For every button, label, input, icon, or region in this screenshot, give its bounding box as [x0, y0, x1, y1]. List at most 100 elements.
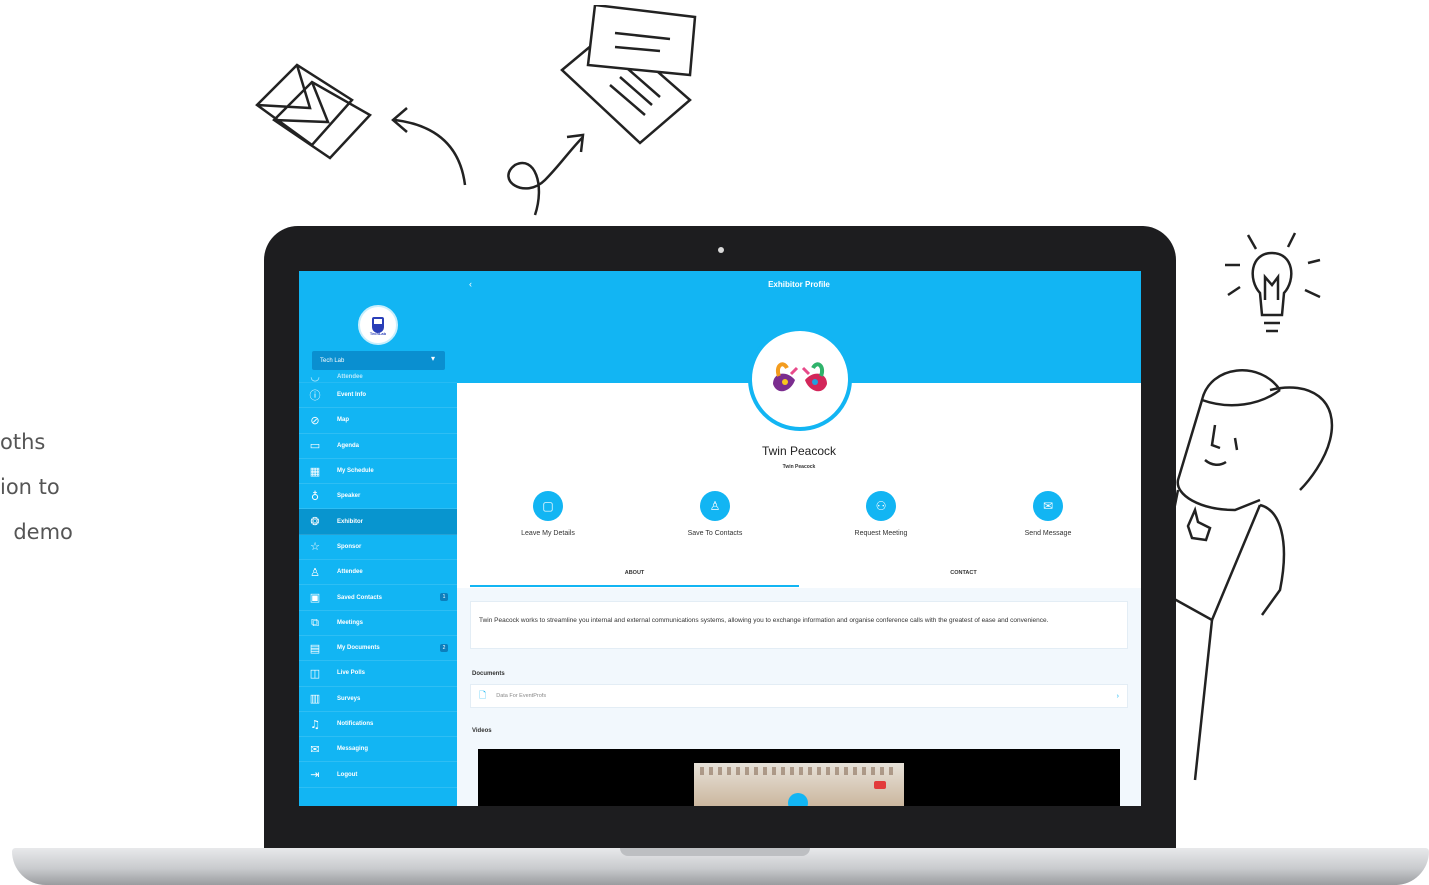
exhibitor-name: Twin Peacock — [761, 444, 837, 458]
thumbnail-badge — [874, 781, 886, 789]
sidebar-item-label: Exhibitor — [337, 518, 364, 525]
sidebar-item-live-polls[interactable]: ◫ Live Polls — [299, 661, 457, 687]
add-user-icon: ♙ — [700, 491, 730, 521]
bell-icon: ♫ — [310, 717, 320, 731]
sidebar-item-logout[interactable]: ⇥ Logout — [299, 762, 457, 788]
tab-about[interactable]: ABOUT — [470, 567, 799, 587]
mail-icon: ✉ — [310, 742, 320, 756]
sidebar-item-notifications[interactable]: ♫ Notifications — [299, 712, 457, 738]
sidebar-item-label: Logout — [337, 771, 358, 778]
sidebar-item-label: Sponsor — [337, 543, 362, 550]
sidebar: TechLab Tech Lab ▾ ◡ Attendee ⓘ Event In… — [299, 271, 457, 806]
sidebar-item-label: Event Info — [337, 392, 367, 399]
sidebar-item-messaging[interactable]: ✉ Messaging — [299, 737, 457, 763]
sidebar-item-label: Live Polls — [337, 670, 366, 677]
sidebar-item-surveys[interactable]: ▥ Surveys — [299, 687, 457, 712]
chevron-down-icon: ▾ — [430, 354, 435, 363]
marketing-line-1: oths — [0, 430, 46, 454]
count-badge: 2 — [440, 643, 448, 652]
sidebar-item-meetings[interactable]: ⧉ Meetings — [299, 611, 457, 636]
tab-contact[interactable]: CONTACT — [799, 567, 1128, 587]
sidebar-item-partial[interactable]: ◡ Attendee — [299, 370, 457, 383]
exhibitor-subtitle: Twin Peacock — [782, 464, 816, 470]
org-logo: TechLab — [358, 305, 398, 345]
sidebar-item-label: My Schedule — [337, 468, 374, 475]
sidebar-item-attendee[interactable]: ♙ Attendee — [299, 560, 457, 586]
sidebar-item-label: Surveys — [337, 695, 361, 702]
group-icon: ⚇ — [866, 491, 896, 521]
action-label: Save To Contacts — [687, 530, 743, 537]
sidebar-item-sponsor[interactable]: ☆ Sponsor — [299, 535, 457, 561]
schedule-icon: ▦ — [309, 464, 321, 478]
file-icon: 🗋 — [479, 691, 487, 701]
sidebar-item-label: Saved Contacts — [337, 594, 383, 601]
sidebar-item-label: Attendee — [337, 373, 363, 380]
sidebar-item-label: My Documents — [337, 645, 380, 652]
profile-tabs: ABOUT CONTACT — [470, 567, 1128, 587]
logout-icon: ⇥ — [310, 768, 320, 782]
survey-icon: ▥ — [309, 692, 321, 706]
about-text: Twin Peacock works to streamline you int… — [470, 601, 1128, 649]
note-icon: ▢ — [533, 491, 563, 521]
user-icon: ♙ — [310, 565, 320, 579]
sidebar-item-label: Agenda — [337, 442, 360, 449]
curved-arrow-left-doodle — [391, 107, 467, 186]
action-label: Leave My Details — [521, 530, 575, 537]
page-title: Exhibitor Profile — [768, 280, 830, 289]
documents-heading: Documents — [472, 671, 505, 677]
exhibitor-icon: ❂ — [310, 515, 320, 529]
sidebar-item-speaker[interactable]: ♁ Speaker — [299, 484, 457, 510]
peacock-logo-icon — [773, 362, 827, 392]
sidebar-item-label: Map — [337, 417, 349, 424]
sidebar-item-map[interactable]: ⊘ Map — [299, 408, 457, 434]
exhibitor-logo — [748, 327, 852, 431]
video-player[interactable] — [478, 749, 1120, 806]
meetings-icon: ⧉ — [311, 615, 319, 629]
sidebar-item-label: Meetings — [337, 619, 364, 626]
marketing-line-2: ion to — [0, 475, 60, 499]
sidebar-item-saved-contacts[interactable]: ▣ Saved Contacts 1 — [299, 585, 457, 611]
sidebar-item-agenda[interactable]: ▭ Agenda — [299, 434, 457, 459]
star-icon: ☆ — [310, 540, 320, 554]
video-thumbnail — [694, 763, 904, 806]
sidebar-item-exhibitor[interactable]: ❂ Exhibitor — [299, 509, 457, 535]
microphone-icon: ♁ — [310, 489, 320, 503]
sidebar-item-my-documents[interactable]: ▤ My Documents 2 — [299, 636, 457, 662]
app-screen: TechLab Tech Lab ▾ ◡ Attendee ⓘ Event In… — [299, 271, 1141, 806]
count-badge: 1 — [440, 593, 448, 602]
document-row[interactable]: 🗋 Data For EventProfs › — [470, 684, 1128, 708]
request-meeting-button[interactable]: ⚇ Request Meeting — [821, 491, 941, 537]
camera-dot — [718, 247, 724, 253]
send-message-button[interactable]: ✉ Send Message — [988, 491, 1108, 537]
sidebar-item-label: Messaging — [337, 746, 369, 753]
leave-my-details-button[interactable]: ▢ Leave My Details — [488, 491, 608, 537]
envelope-icon: ✉ — [1033, 491, 1063, 521]
envelopes-doodle — [255, 63, 372, 160]
videos-heading: Videos — [472, 728, 492, 734]
action-bar: ▢ Leave My Details ♙ Save To Contacts ⚇ … — [457, 491, 1141, 541]
main-content: ‹ Exhibitor Profile Twin Peacock Twin Pe… — [457, 271, 1141, 806]
save-to-contacts-button[interactable]: ♙ Save To Contacts — [655, 491, 775, 537]
documents-icon: ▤ — [309, 641, 321, 655]
poll-icon: ◫ — [309, 666, 321, 680]
action-label: Send Message — [1024, 530, 1072, 537]
document-name: Data For EventProfs — [496, 693, 547, 699]
sidebar-item-label: Speaker — [337, 493, 361, 500]
org-dropdown-label: Tech Lab — [320, 357, 345, 364]
contacts-icon: ▣ — [309, 591, 321, 605]
documents-doodle — [560, 5, 697, 145]
play-icon[interactable] — [788, 793, 808, 806]
sidebar-item-label: Notifications — [337, 721, 374, 727]
chevron-right-icon: › — [1116, 692, 1119, 700]
sidebar-item-event-info[interactable]: ⓘ Event Info — [299, 383, 457, 409]
action-label: Request Meeting — [854, 530, 908, 537]
marketing-text: oths ion to demo — [0, 420, 90, 555]
org-logo-text: TechLab — [369, 331, 387, 336]
calendar-icon: ▭ — [309, 439, 321, 453]
marketing-line-3: demo — [0, 520, 73, 544]
org-dropdown[interactable]: Tech Lab ▾ — [312, 351, 445, 370]
compass-icon: ⊘ — [310, 413, 320, 427]
sidebar-menu: ◡ Attendee ⓘ Event Info ⊘ Map ▭ Agenda ▦… — [299, 370, 457, 788]
info-icon: ⓘ — [309, 389, 321, 403]
sidebar-item-my-schedule[interactable]: ▦ My Schedule — [299, 459, 457, 485]
